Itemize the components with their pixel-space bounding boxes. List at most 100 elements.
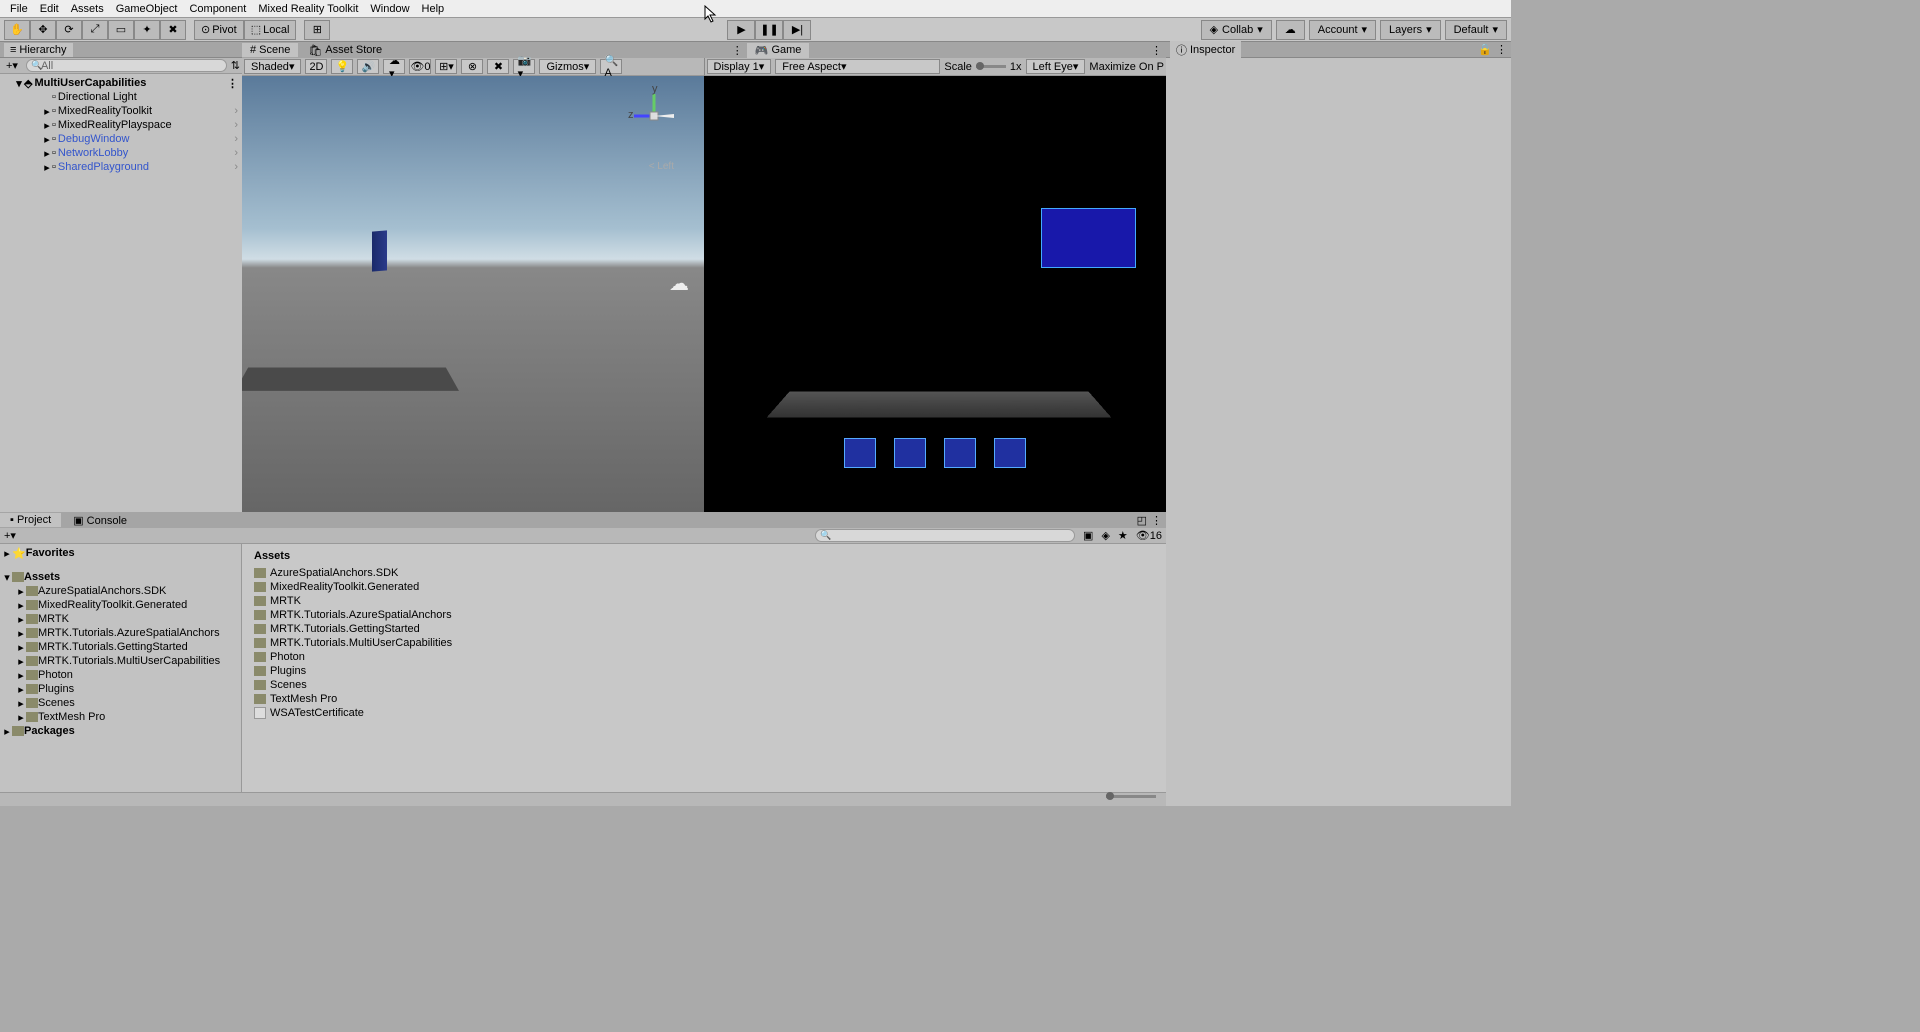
game-menu[interactable]: ⋮	[1151, 44, 1162, 57]
project-hidden[interactable]: 👁16	[1132, 529, 1166, 542]
expand-icon[interactable]: ▸	[42, 119, 52, 132]
scene-menu[interactable]: ⋮	[732, 44, 743, 57]
project-tree-item[interactable]: ▸ MRTK	[0, 612, 241, 626]
inspector-tab[interactable]: ⓘ Inspector	[1170, 41, 1241, 59]
project-list-item[interactable]: MixedRealityToolkit.Generated	[254, 580, 1154, 594]
grid-toggle[interactable]: ⊞▾	[435, 59, 457, 74]
scene-camera[interactable]: ⊗	[461, 59, 483, 74]
hand-tool[interactable]: ✋	[4, 20, 30, 40]
hierarchy-search[interactable]: 🔍All	[26, 59, 227, 72]
prefab-arrow-icon[interactable]: ›	[234, 119, 238, 131]
rect-tool[interactable]: ▭	[108, 20, 134, 40]
console-tab[interactable]: ▣ Console	[63, 513, 137, 528]
prefab-arrow-icon[interactable]: ›	[234, 133, 238, 145]
menu-help[interactable]: Help	[416, 3, 451, 15]
project-maximize-icon[interactable]: ◰	[1137, 514, 1147, 527]
project-list-item[interactable]: Plugins	[254, 664, 1154, 678]
scene-search[interactable]: 🔍 A	[600, 59, 622, 74]
project-tree-item[interactable]: ▸ Plugins	[0, 682, 241, 696]
project-list-item[interactable]: AzureSpatialAnchors.SDK	[254, 566, 1154, 580]
assets-root[interactable]: ▾ Assets	[0, 570, 241, 584]
project-list[interactable]: Assets AzureSpatialAnchors.SDK MixedReal…	[242, 544, 1166, 792]
project-filter-type[interactable]: ▣	[1079, 529, 1097, 542]
project-tree-item[interactable]: ▸ MRTK.Tutorials.MultiUserCapabilities	[0, 654, 241, 668]
project-create[interactable]: +▾	[0, 529, 20, 542]
cloud-button[interactable]: ☁	[1276, 20, 1305, 40]
project-tree-item[interactable]: ▸ Scenes	[0, 696, 241, 710]
menu-assets[interactable]: Assets	[65, 3, 110, 15]
play-button[interactable]: ▶	[727, 20, 755, 40]
project-list-item[interactable]: MRTK.Tutorials.GettingStarted	[254, 622, 1154, 636]
project-list-item[interactable]: TextMesh Pro	[254, 692, 1154, 706]
breadcrumb[interactable]: Assets	[254, 550, 1154, 562]
hierarchy-item[interactable]: ▸▫MixedRealityPlayspace›	[0, 118, 242, 132]
fx-toggle[interactable]: ☁▾	[383, 59, 405, 74]
project-tree-item[interactable]: ▸ Photon	[0, 668, 241, 682]
expand-icon[interactable]: ▸	[42, 133, 52, 146]
expand-icon[interactable]: ▾	[14, 77, 24, 90]
display-dropdown[interactable]: Display 1 ▾	[707, 59, 772, 74]
menu-component[interactable]: Component	[183, 3, 252, 15]
audio-toggle[interactable]: 🔊	[357, 59, 379, 74]
expand-icon[interactable]: ▸	[42, 105, 52, 118]
prefab-arrow-icon[interactable]: ›	[234, 105, 238, 117]
rotate-tool[interactable]: ⟳	[56, 20, 82, 40]
collab-dropdown[interactable]: ◈ Collab ▾	[1201, 20, 1272, 40]
project-tree-item[interactable]: ▸ MixedRealityToolkit.Generated	[0, 598, 241, 612]
inspector-menu[interactable]: ⋮	[1496, 43, 1507, 56]
scene-menu-icon[interactable]: ⋮	[227, 77, 238, 90]
packages-root[interactable]: ▸ Packages	[0, 724, 241, 738]
orientation-gizmo[interactable]: yz	[624, 86, 684, 146]
menu-file[interactable]: File	[4, 3, 34, 15]
hierarchy-item[interactable]: ▫Directional Light	[0, 90, 242, 104]
project-fav[interactable]: ★	[1114, 529, 1132, 542]
prefab-arrow-icon[interactable]: ›	[234, 161, 238, 173]
eye-dropdown[interactable]: Left Eye ▾	[1026, 59, 1086, 74]
hierarchy-filter[interactable]: ⇅	[231, 59, 240, 72]
account-dropdown[interactable]: Account ▾	[1309, 20, 1376, 40]
project-tree[interactable]: ▸⭐ Favorites ▾ Assets ▸ AzureSpatialAnch…	[0, 544, 242, 792]
scale-slider[interactable]	[976, 65, 1006, 68]
asset-store-tab[interactable]: 🛍 Asset Store	[300, 43, 390, 58]
project-tab[interactable]: ▪ Project	[0, 513, 61, 527]
project-list-item[interactable]: Scenes	[254, 678, 1154, 692]
scene-view[interactable]: yz < Left ☁	[242, 76, 704, 512]
create-dropdown[interactable]: +▾	[2, 59, 22, 72]
custom-tool[interactable]: ✖	[160, 20, 186, 40]
lighting-toggle[interactable]: 💡	[331, 59, 353, 74]
prefab-arrow-icon[interactable]: ›	[234, 147, 238, 159]
thumbnail-size-slider[interactable]	[1106, 795, 1156, 798]
project-filter-label[interactable]: ◈	[1097, 529, 1113, 542]
project-menu[interactable]: ⋮	[1151, 514, 1162, 527]
shading-mode[interactable]: Shaded ▾	[244, 59, 301, 74]
hierarchy-item[interactable]: ▸▫MixedRealityToolkit›	[0, 104, 242, 118]
move-tool[interactable]: ✥	[30, 20, 56, 40]
aspect-dropdown[interactable]: Free Aspect ▾	[775, 59, 940, 74]
game-view[interactable]	[704, 76, 1166, 512]
scene-root[interactable]: ▾ ⬘ MultiUserCapabilities ⋮	[0, 76, 242, 90]
project-list-item[interactable]: Photon	[254, 650, 1154, 664]
pivot-toggle[interactable]: ⊙Pivot	[194, 20, 244, 40]
snap-tool[interactable]: ⊞	[304, 20, 330, 40]
project-list-item[interactable]: MRTK.Tutorials.AzureSpatialAnchors	[254, 608, 1154, 622]
inspector-lock-icon[interactable]: 🔒	[1478, 43, 1492, 56]
menu-mrtk[interactable]: Mixed Reality Toolkit	[252, 3, 364, 15]
transform-tool[interactable]: ✦	[134, 20, 160, 40]
layers-dropdown[interactable]: Layers ▾	[1380, 20, 1441, 40]
menu-gameobject[interactable]: GameObject	[110, 3, 184, 15]
project-search[interactable]: 🔍	[815, 529, 1075, 542]
hierarchy-item[interactable]: ▸▫NetworkLobby›	[0, 146, 242, 160]
2d-toggle[interactable]: 2D	[305, 59, 327, 74]
layout-dropdown[interactable]: Default ▾	[1445, 20, 1507, 40]
project-list-item[interactable]: MRTK	[254, 594, 1154, 608]
hierarchy-tab[interactable]: ≡ Hierarchy	[4, 43, 73, 57]
favorites-root[interactable]: ▸⭐ Favorites	[0, 546, 241, 560]
menu-edit[interactable]: Edit	[34, 3, 65, 15]
scale-tool[interactable]: ⤢	[82, 20, 108, 40]
menu-window[interactable]: Window	[364, 3, 415, 15]
maximize-label[interactable]: Maximize On P	[1089, 61, 1164, 73]
project-tree-item[interactable]: ▸ AzureSpatialAnchors.SDK	[0, 584, 241, 598]
step-button[interactable]: ▶|	[783, 20, 811, 40]
project-tree-item[interactable]: ▸ MRTK.Tutorials.AzureSpatialAnchors	[0, 626, 241, 640]
hierarchy-item[interactable]: ▸▫DebugWindow›	[0, 132, 242, 146]
